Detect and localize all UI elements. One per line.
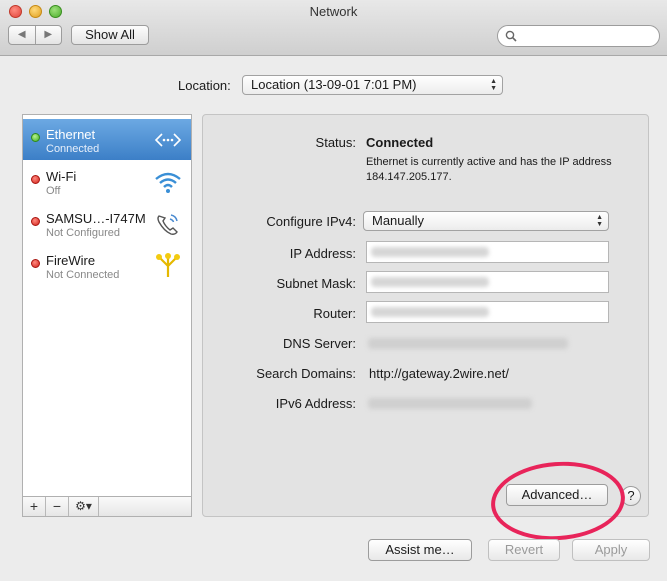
- apply-button[interactable]: Apply: [572, 539, 650, 561]
- status-value: Connected: [366, 135, 434, 150]
- status-description: Ethernet is currently active and has the…: [366, 156, 612, 183]
- gear-menu-button[interactable]: ⚙▾: [69, 497, 99, 516]
- service-item-firewire[interactable]: FireWire Not Connected: [23, 245, 191, 286]
- status-dot-icon: [31, 259, 40, 268]
- search-domains-label: Search Domains:: [256, 366, 356, 381]
- service-name: FireWire: [46, 253, 96, 268]
- add-service-button[interactable]: +: [23, 497, 46, 516]
- service-item-wifi[interactable]: Wi-Fi Off: [23, 161, 191, 202]
- service-name: Wi-Fi: [46, 169, 77, 184]
- service-name: SAMSU…-I747M: [46, 211, 146, 226]
- location-popup[interactable]: Location (13-09-01 7:01 PM) ▲ ▼: [242, 75, 503, 95]
- assist-me-button[interactable]: Assist me…: [368, 539, 472, 561]
- back-forward-buttons: ◀ ▶: [8, 25, 62, 45]
- configure-ipv4-popup[interactable]: Manually ▲ ▼: [363, 211, 609, 231]
- status-label: Status:: [315, 135, 356, 150]
- subnet-mask-field[interactable]: [366, 271, 609, 293]
- firewire-icon: [156, 253, 180, 277]
- service-status: Not Configured: [46, 227, 120, 239]
- configure-ipv4-value: Manually: [372, 213, 425, 228]
- back-button[interactable]: ◀: [9, 26, 35, 44]
- redacted-value: [371, 247, 489, 257]
- router-field[interactable]: [366, 301, 609, 323]
- phone-icon: [157, 214, 178, 235]
- service-item-samsung[interactable]: SAMSU…-I747M Not Configured: [23, 203, 191, 244]
- service-status: Not Connected: [46, 269, 120, 281]
- service-item-ethernet[interactable]: Ethernet Connected: [23, 119, 191, 160]
- status-dot-icon: [31, 217, 40, 226]
- ipv6-address-value: [368, 398, 532, 409]
- remove-service-button[interactable]: −: [46, 497, 69, 516]
- service-status: Off: [46, 185, 61, 197]
- redacted-value: [371, 307, 489, 317]
- search-field[interactable]: [497, 25, 660, 47]
- ip-address-field[interactable]: [366, 241, 609, 263]
- ethernet-icon: [154, 133, 182, 147]
- search-domains-value: http://gateway.2wire.net/: [369, 366, 509, 381]
- location-value: Location (13-09-01 7:01 PM): [251, 77, 417, 92]
- title-bar: Network ◀ ▶ Show All: [0, 0, 667, 56]
- status-dot-icon: [31, 175, 40, 184]
- configure-ipv4-label: Configure IPv4:: [266, 214, 356, 229]
- service-list: Ethernet Connected Wi-Fi Off SAMSU…-I747…: [22, 114, 192, 517]
- ipv6-address-label: IPv6 Address:: [275, 396, 356, 411]
- redacted-value: [371, 277, 489, 287]
- dns-server-value: [368, 338, 568, 349]
- service-list-toolbar: + − ⚙▾: [22, 496, 192, 517]
- popup-arrows-icon: ▲ ▼: [596, 214, 603, 228]
- wifi-icon: [155, 172, 181, 193]
- show-all-button[interactable]: Show All: [71, 25, 149, 45]
- status-dot-icon: [31, 133, 40, 142]
- window-title: Network: [309, 4, 358, 19]
- location-label: Location:: [178, 78, 231, 93]
- revert-button[interactable]: Revert: [488, 539, 560, 561]
- ip-address-label: IP Address:: [289, 246, 356, 261]
- subnet-mask-label: Subnet Mask:: [276, 276, 357, 291]
- forward-button[interactable]: ▶: [34, 26, 62, 44]
- search-icon: [505, 30, 517, 42]
- dns-server-label: DNS Server:: [283, 336, 356, 351]
- service-status: Connected: [46, 143, 100, 155]
- popup-arrows-icon: ▲ ▼: [490, 78, 497, 92]
- service-name: Ethernet: [46, 127, 96, 142]
- router-label: Router:: [313, 306, 356, 321]
